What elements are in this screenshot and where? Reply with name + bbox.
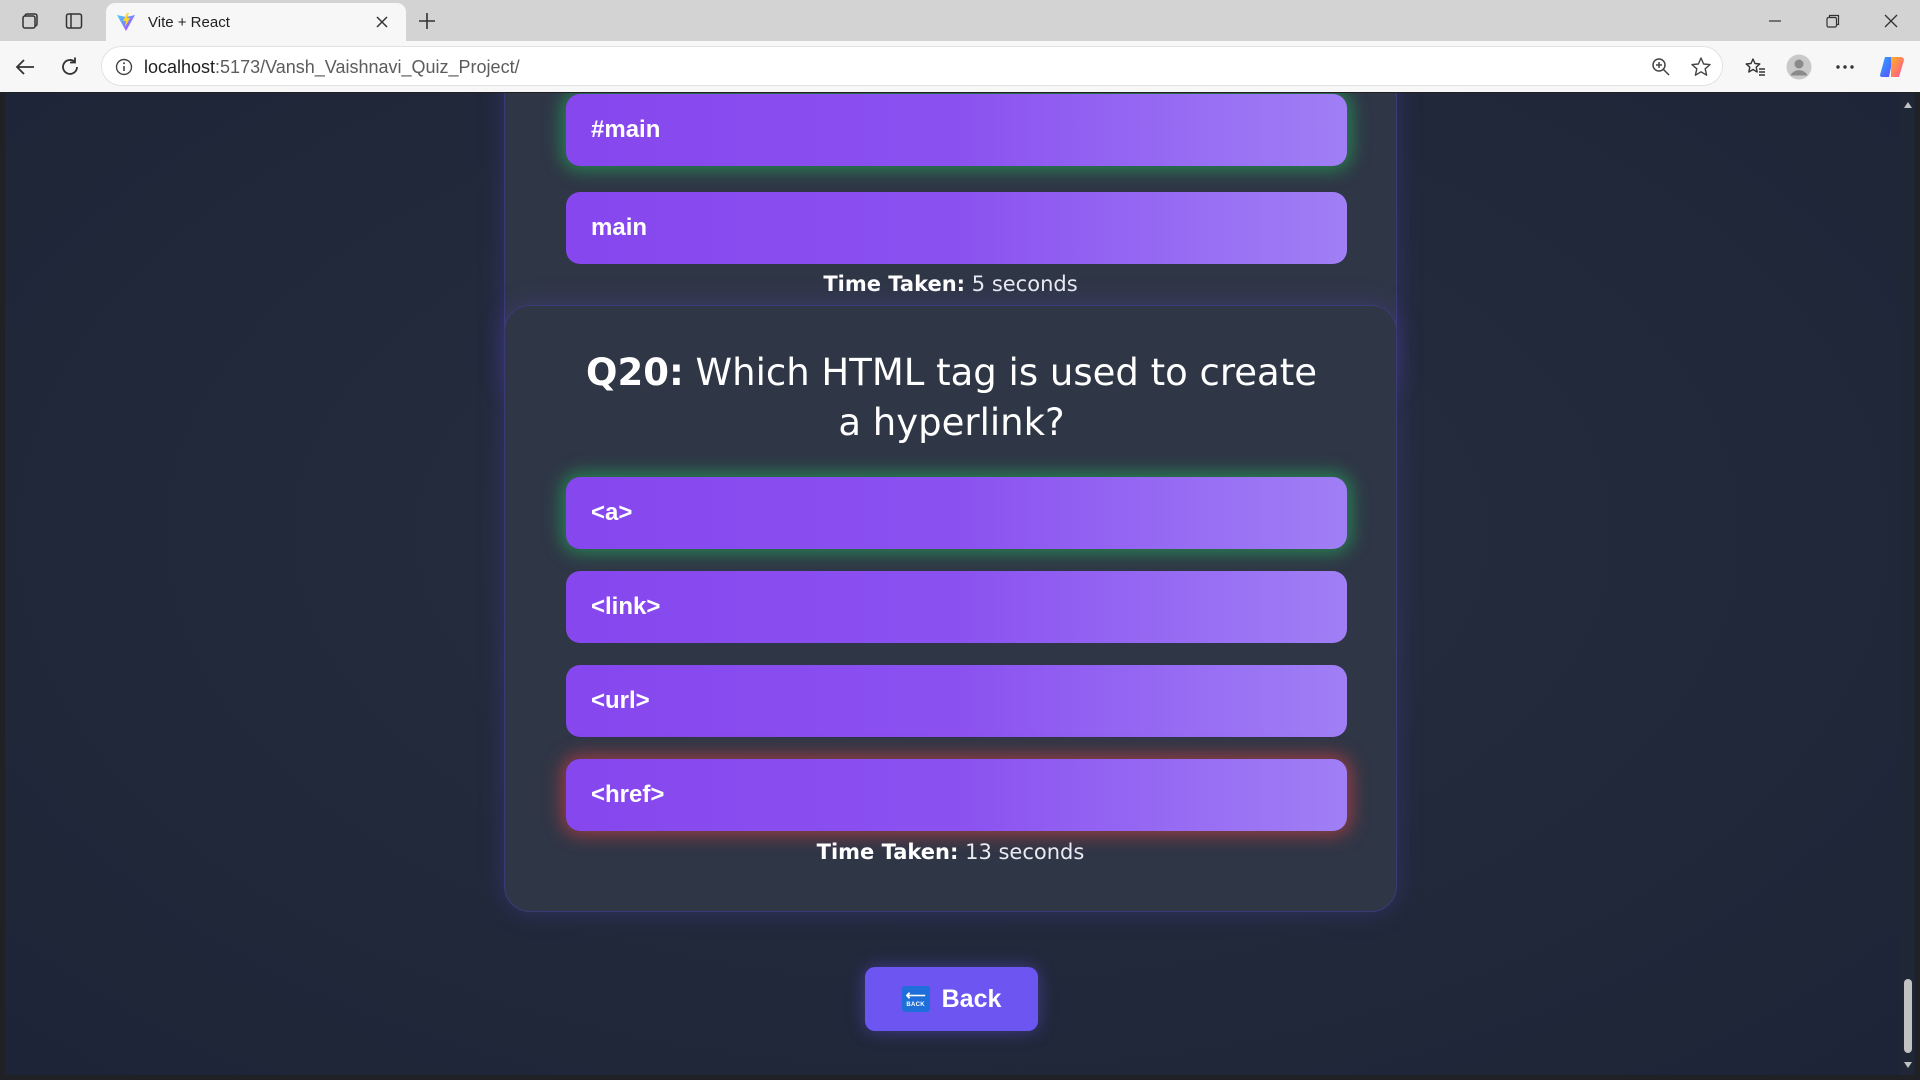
more-options-icon[interactable] bbox=[1831, 53, 1859, 81]
answer-option-correct[interactable]: <a> bbox=[566, 477, 1347, 549]
scrollbar-thumb[interactable] bbox=[1904, 979, 1912, 1053]
url-host: localhost bbox=[144, 57, 216, 77]
close-tab-icon[interactable] bbox=[372, 12, 392, 32]
url-text[interactable]: localhost:5173/Vansh_Vaishnavi_Quiz_Proj… bbox=[144, 57, 520, 78]
profile-avatar-icon[interactable] bbox=[1785, 53, 1813, 81]
url-path: :5173/Vansh_Vaishnavi_Quiz_Project/ bbox=[215, 57, 520, 77]
answer-option[interactable]: <url> bbox=[566, 665, 1347, 737]
answer-option[interactable]: #main bbox=[566, 94, 1347, 166]
back-button-label: Back bbox=[941, 984, 1002, 1013]
time-taken: Time Taken: 5 seconds bbox=[505, 272, 1396, 296]
back-arrow-icon[interactable] bbox=[11, 53, 39, 81]
page-scrollbar[interactable] bbox=[1900, 93, 1915, 1075]
time-taken: Time Taken: 13 seconds bbox=[505, 840, 1396, 864]
close-window-icon[interactable] bbox=[1876, 8, 1906, 34]
back-icon-text: BACK bbox=[906, 1002, 925, 1008]
answer-option[interactable]: <link> bbox=[566, 571, 1347, 643]
tab-strip: Vite + React bbox=[0, 0, 1920, 41]
back-emoji-icon: ⟵ BACK bbox=[901, 986, 930, 1012]
restore-icon[interactable] bbox=[1818, 8, 1848, 34]
scroll-down-arrow-icon[interactable] bbox=[1902, 1059, 1913, 1070]
time-value: 13 seconds bbox=[965, 840, 1085, 864]
time-label: Time Taken: bbox=[823, 272, 966, 296]
zoom-icon[interactable] bbox=[1649, 55, 1673, 79]
scroll-up-arrow-icon[interactable] bbox=[1902, 99, 1913, 110]
refresh-icon[interactable] bbox=[56, 53, 84, 81]
time-label: Time Taken: bbox=[816, 840, 959, 864]
favorites-icon[interactable] bbox=[1741, 53, 1769, 81]
question-text: Which HTML tag is used to create a hyper… bbox=[695, 351, 1317, 444]
minimize-icon[interactable] bbox=[1760, 8, 1790, 34]
workspaces-icon[interactable] bbox=[18, 9, 42, 33]
copilot-icon[interactable] bbox=[1878, 53, 1906, 81]
question-number: Q20: bbox=[586, 351, 684, 394]
question-title: Q20: Which HTML tag is used to create a … bbox=[575, 348, 1328, 448]
favorite-star-icon[interactable] bbox=[1689, 55, 1713, 79]
new-tab-plus-icon[interactable] bbox=[414, 8, 440, 34]
active-tab[interactable]: Vite + React bbox=[106, 3, 406, 41]
time-value: 5 seconds bbox=[971, 272, 1078, 296]
vertical-tabs-icon[interactable] bbox=[62, 9, 86, 33]
vite-logo-icon bbox=[117, 13, 135, 31]
answer-option-wrong[interactable]: <href> bbox=[566, 759, 1347, 831]
question-card: Q20: Which HTML tag is used to create a … bbox=[504, 305, 1397, 912]
answer-option[interactable]: main bbox=[566, 192, 1347, 264]
address-bar[interactable]: localhost:5173/Vansh_Vaishnavi_Quiz_Proj… bbox=[101, 46, 1723, 86]
quiz-results-page: #main main Time Taken: 5 seconds Q20: Wh… bbox=[5, 93, 1900, 1075]
site-info-icon[interactable] bbox=[114, 57, 134, 77]
back-button[interactable]: ⟵ BACK Back bbox=[865, 967, 1038, 1031]
browser-toolbar: localhost:5173/Vansh_Vaishnavi_Quiz_Proj… bbox=[0, 41, 1920, 92]
tab-title: Vite + React bbox=[148, 13, 230, 31]
